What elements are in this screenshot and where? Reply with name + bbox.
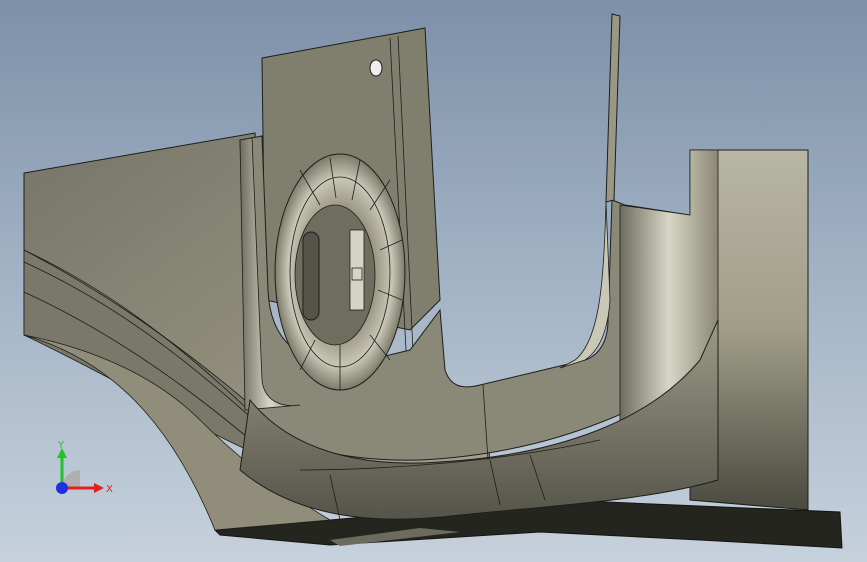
z-axis-icon: [56, 482, 68, 494]
oblong-slot: [302, 231, 320, 321]
round-boss-feature: [274, 153, 406, 391]
graphics-viewport[interactable]: Y X: [0, 0, 867, 562]
coordinate-triad: Y X: [44, 438, 124, 508]
sheet-metal-part-model[interactable]: [0, 0, 867, 562]
mounting-hole: [369, 59, 383, 77]
x-axis-label: X: [106, 484, 113, 495]
y-axis-label: Y: [57, 440, 65, 451]
